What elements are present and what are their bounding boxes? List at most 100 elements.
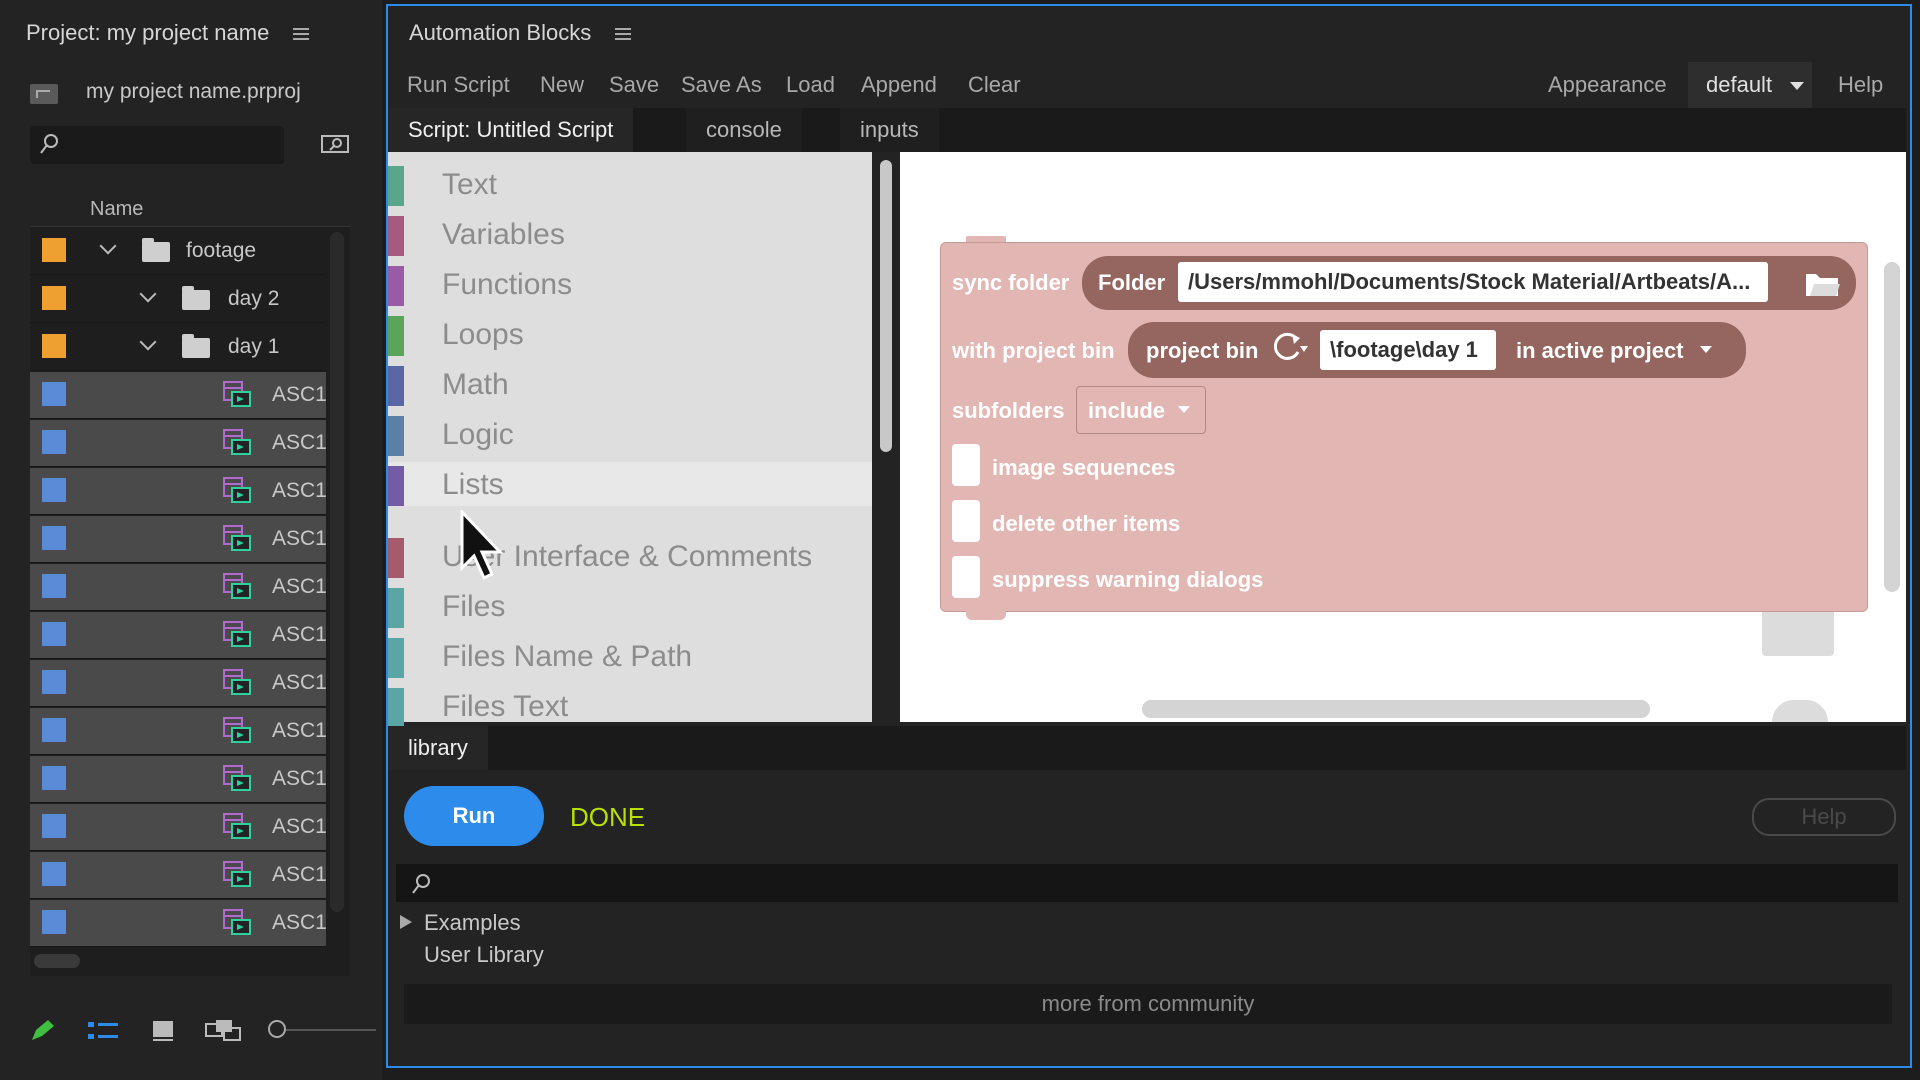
workspace-vscrollbar[interactable] xyxy=(1884,262,1900,592)
zoom-slider-knob[interactable] xyxy=(268,1020,286,1038)
toolbox-category-logic[interactable]: Logic xyxy=(388,412,872,456)
help-menu[interactable]: Help xyxy=(1838,72,1883,98)
toolbox-category-text[interactable]: Text xyxy=(388,162,872,206)
tab-library[interactable]: library xyxy=(388,726,488,770)
subfolders-value: include xyxy=(1088,398,1166,423)
workspace-hscrollbar[interactable] xyxy=(1142,700,1650,718)
category-label: Logic xyxy=(442,418,514,451)
menu-save[interactable]: Save xyxy=(609,72,659,98)
project-row-clip[interactable]: ASC1 xyxy=(30,516,326,563)
label-color-swatch[interactable] xyxy=(42,622,66,646)
library-user-library[interactable]: User Library xyxy=(424,942,544,968)
toolbox-category-variables[interactable]: Variables xyxy=(388,212,872,256)
project-row-clip[interactable]: ASC1 xyxy=(30,900,326,947)
panel-menu-icon[interactable] xyxy=(615,28,632,41)
library-examples[interactable]: Examples xyxy=(424,910,521,936)
chevron-down-icon[interactable] xyxy=(139,333,157,351)
library-help-button[interactable]: Help xyxy=(1752,798,1896,836)
label-color-swatch[interactable] xyxy=(42,910,66,934)
toolbox-category-loops[interactable]: Loops xyxy=(388,312,872,356)
clip-icon xyxy=(223,477,251,503)
expand-triangle-icon[interactable] xyxy=(400,915,412,929)
category-label: Lists xyxy=(442,468,504,501)
list-view-icon[interactable] xyxy=(86,1018,120,1044)
label-color-swatch[interactable] xyxy=(42,382,66,406)
project-row-day1[interactable]: day 1 xyxy=(30,324,326,371)
clip-icon xyxy=(223,813,251,839)
project-list-hscrollbar[interactable] xyxy=(34,954,80,968)
project-search-input[interactable] xyxy=(30,126,284,164)
toolbox-category-lists[interactable]: Lists xyxy=(388,462,872,506)
menu-append[interactable]: Append xyxy=(861,72,937,98)
project-list-scrollbar[interactable] xyxy=(330,232,344,912)
category-color-bar xyxy=(388,416,404,456)
clip-icon xyxy=(223,909,251,935)
toolbox-category-math[interactable]: Math xyxy=(388,362,872,406)
toolbox-category-files-name-path[interactable]: Files Name & Path xyxy=(388,634,872,678)
label-color-swatch[interactable] xyxy=(42,670,66,694)
project-column-header[interactable] xyxy=(30,190,350,227)
folder-browse-icon[interactable] xyxy=(1804,266,1840,300)
project-row-clip[interactable]: ASC1 xyxy=(30,372,326,419)
bin-scope-dropdown[interactable]: in active project xyxy=(1516,338,1684,364)
checkbox-label: suppress warning dialogs xyxy=(992,567,1264,592)
tab-inputs[interactable]: inputs xyxy=(840,108,939,152)
zoom-slider[interactable] xyxy=(286,1029,376,1031)
project-row-day2[interactable]: day 2 xyxy=(30,276,326,323)
menu-clear[interactable]: Clear xyxy=(968,72,1021,98)
toolbox-category-files-text[interactable]: Files Text xyxy=(388,684,872,728)
library-search-input[interactable] xyxy=(396,864,1898,902)
find-in-bin-icon[interactable] xyxy=(320,132,350,156)
bin-path-field[interactable]: \footage\day 1 xyxy=(1320,330,1496,370)
label-color-swatch[interactable] xyxy=(42,286,66,310)
label-color-swatch[interactable] xyxy=(42,526,66,550)
delete-other-items-checkbox[interactable] xyxy=(952,500,980,542)
clip-icon xyxy=(223,573,251,599)
project-row-clip[interactable]: ASC1 xyxy=(30,612,326,659)
run-button[interactable]: Run xyxy=(404,786,544,846)
menu-save-as[interactable]: Save As xyxy=(681,72,762,98)
project-row-clip[interactable]: ASC1 xyxy=(30,852,326,899)
toolbox-category-functions[interactable]: Functions xyxy=(388,262,872,306)
label-color-swatch[interactable] xyxy=(42,334,66,358)
toolbox-category-files[interactable]: Files xyxy=(388,584,872,628)
label-color-swatch[interactable] xyxy=(42,766,66,790)
project-row-label: ASC1 xyxy=(272,671,326,694)
label-color-swatch[interactable] xyxy=(42,574,66,598)
label-color-swatch[interactable] xyxy=(42,430,66,454)
label-color-swatch[interactable] xyxy=(42,814,66,838)
project-row-clip[interactable]: ASC1 xyxy=(30,708,326,755)
tab-console[interactable]: console xyxy=(686,108,802,152)
panel-menu-icon[interactable] xyxy=(293,28,310,41)
project-row-clip[interactable]: ASC1 xyxy=(30,804,326,851)
project-row-clip[interactable]: ASC1 xyxy=(30,420,326,467)
label-color-swatch[interactable] xyxy=(42,238,66,262)
label-color-swatch[interactable] xyxy=(42,718,66,742)
category-label: Variables xyxy=(442,218,565,251)
menu-load[interactable]: Load xyxy=(786,72,835,98)
project-row-footage[interactable]: footage xyxy=(30,228,326,275)
image-sequences-checkbox[interactable] xyxy=(952,444,980,486)
project-row-clip[interactable]: ASC1 xyxy=(30,564,326,611)
tab-script[interactable]: Script: Untitled Script xyxy=(388,108,634,152)
icon-view-icon[interactable] xyxy=(150,1018,176,1044)
menu-new[interactable]: New xyxy=(540,72,584,98)
folder-path-field[interactable]: /Users/mmohl/Documents/Stock Material/Ar… xyxy=(1178,262,1768,302)
toolbox-scrollbar[interactable] xyxy=(880,160,892,452)
pencil-icon[interactable] xyxy=(28,1018,56,1044)
chevron-down-icon[interactable] xyxy=(99,237,117,255)
menu-run-script[interactable]: Run Script xyxy=(407,72,510,98)
freeform-view-icon[interactable] xyxy=(204,1018,242,1044)
project-row-clip[interactable]: ASC1 xyxy=(30,468,326,515)
chevron-down-icon[interactable] xyxy=(139,285,157,303)
suppress-warning-dialogs-checkbox[interactable] xyxy=(952,556,980,598)
more-from-community-button[interactable]: more from community xyxy=(404,984,1892,1024)
project-row-clip[interactable]: ASC1 xyxy=(30,660,326,707)
column-name-header[interactable]: Name xyxy=(90,198,143,221)
project-row-clip[interactable]: ASC1 xyxy=(30,756,326,803)
refresh-icon[interactable] xyxy=(1270,330,1308,366)
project-panel-header: Project: my project name xyxy=(26,20,310,46)
label-color-swatch[interactable] xyxy=(42,862,66,886)
project-row-label: ASC1 xyxy=(272,479,326,502)
label-color-swatch[interactable] xyxy=(42,478,66,502)
